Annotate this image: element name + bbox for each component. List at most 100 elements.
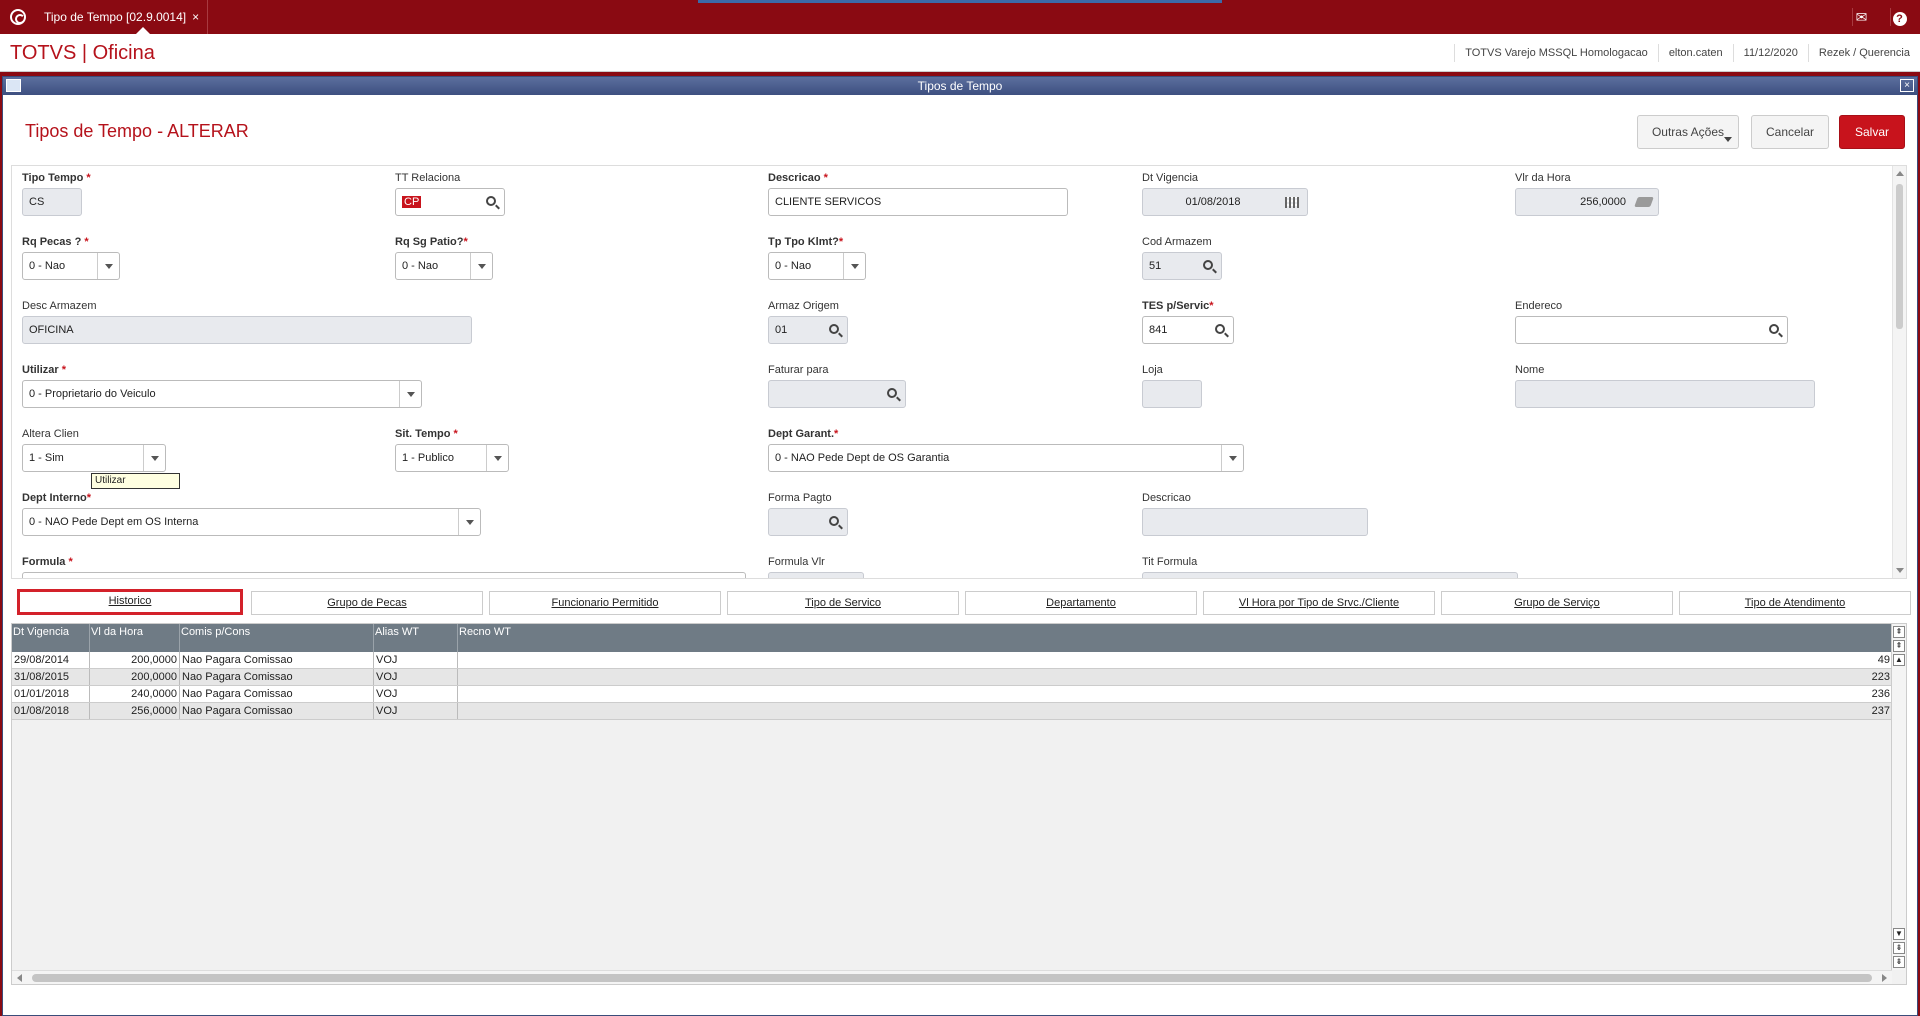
tab-close-icon[interactable]: ×: [192, 10, 199, 24]
col-alias-wt[interactable]: Alias WT: [374, 624, 458, 652]
scroll-up-icon[interactable]: [1896, 171, 1904, 176]
faturar-para-input[interactable]: [768, 380, 906, 408]
search-icon[interactable]: [486, 196, 496, 206]
mail-icon[interactable]: ✉: [1852, 8, 1870, 26]
descricao-2-input[interactable]: [1142, 508, 1368, 536]
tab-grupo-de-pecas[interactable]: Grupo de Pecas: [251, 591, 483, 615]
scroll-down-icon[interactable]: [1896, 568, 1904, 573]
vlr-hora-input[interactable]: 256,0000: [1515, 188, 1659, 216]
save-button[interactable]: Salvar: [1839, 115, 1905, 149]
environment-label: TOTVS Varejo MSSQL Homologacao: [1454, 44, 1658, 62]
totvs-logo-icon[interactable]: [10, 9, 26, 25]
forma-pagto-input[interactable]: [768, 508, 848, 536]
window-title: Tipos de Tempo: [917, 79, 1003, 93]
tab-grupo-de-servico[interactable]: Grupo de Serviço: [1441, 591, 1673, 615]
chevron-down-icon[interactable]: [486, 445, 508, 471]
rq-pecas-select[interactable]: 0 - Nao: [22, 252, 120, 280]
col-vl-hora[interactable]: Vl da Hora: [90, 624, 180, 652]
chevron-down-icon[interactable]: [470, 253, 492, 279]
scroll-up-icon[interactable]: ▲: [1893, 654, 1905, 666]
dt-vigencia-input[interactable]: 01/08/2018: [1142, 188, 1308, 216]
scroll-top-icon[interactable]: ⇞: [1893, 626, 1905, 638]
field-forma-pagto: Forma Pagto: [768, 492, 848, 536]
calculator-icon[interactable]: [1634, 197, 1654, 207]
search-icon[interactable]: [829, 324, 839, 334]
scroll-page-down-icon[interactable]: ⇟: [1893, 942, 1905, 954]
tab-vl-hora-tipo-srvc-cliente[interactable]: Vl Hora por Tipo de Srvc./Cliente: [1203, 591, 1435, 615]
tt-relaciona-input[interactable]: CP: [395, 188, 505, 216]
tab-tipo-de-tempo[interactable]: Tipo de Tempo [02.9.0014] ×: [36, 0, 209, 34]
formula-vlr-input[interactable]: [768, 572, 864, 578]
tes-servic-input[interactable]: 841: [1142, 316, 1234, 344]
form-scrollbar[interactable]: [1892, 166, 1906, 578]
help-icon[interactable]: ?: [1890, 8, 1908, 26]
scroll-right-icon[interactable]: [1882, 974, 1887, 982]
window-close-icon[interactable]: ×: [1900, 79, 1914, 92]
col-recno-wt[interactable]: Recno WT: [458, 624, 1892, 652]
search-icon[interactable]: [887, 388, 897, 398]
scroll-thumb[interactable]: [1896, 184, 1903, 329]
table-row[interactable]: 29/08/2014 200,0000 Nao Pagara Comissao …: [12, 652, 1892, 669]
calendar-icon[interactable]: [1285, 197, 1299, 208]
loja-input[interactable]: [1142, 380, 1202, 408]
tab-tipo-de-atendimento[interactable]: Tipo de Atendimento: [1679, 591, 1911, 615]
scroll-left-icon[interactable]: [17, 974, 22, 982]
tab-departamento[interactable]: Departamento: [965, 591, 1197, 615]
grid-horizontal-scrollbar[interactable]: [12, 970, 1892, 984]
tab-tipo-de-servico[interactable]: Tipo de Servico: [727, 591, 959, 615]
dept-interno-select[interactable]: 0 - NAO Pede Dept em OS Interna: [22, 508, 481, 536]
cod-armazem-input[interactable]: 51: [1142, 252, 1222, 280]
field-cod-armazem: Cod Armazem 51: [1142, 236, 1222, 280]
chevron-down-icon[interactable]: [143, 445, 165, 471]
user-label[interactable]: elton.caten: [1657, 44, 1733, 62]
form-area: Tipo Tempo * CS TT Relaciona CP Descrica…: [11, 165, 1907, 579]
table-row[interactable]: 01/08/2018 256,0000 Nao Pagara Comissao …: [12, 703, 1892, 720]
endereco-input[interactable]: [1515, 316, 1788, 344]
armaz-origem-input[interactable]: 01: [768, 316, 848, 344]
scroll-thumb[interactable]: [32, 974, 1872, 982]
field-tp-tpo-klmt: Tp Tpo Klmt?* 0 - Nao: [768, 236, 866, 280]
chevron-down-icon[interactable]: [843, 253, 865, 279]
desc-armazem-input[interactable]: OFICINA: [22, 316, 472, 344]
tab-historico[interactable]: Historico: [17, 589, 243, 615]
table-row[interactable]: 31/08/2015 200,0000 Nao Pagara Comissao …: [12, 669, 1892, 686]
outras-acoes-button[interactable]: Outras Ações: [1637, 115, 1739, 149]
cancel-button[interactable]: Cancelar: [1751, 115, 1829, 149]
col-dt-vigencia[interactable]: Dt Vigencia: [12, 624, 90, 652]
search-icon[interactable]: [1215, 324, 1225, 334]
date-label: 11/12/2020: [1732, 44, 1808, 62]
dept-garant-select[interactable]: 0 - NAO Pede Dept de OS Garantia: [768, 444, 1244, 472]
chevron-down-icon[interactable]: [97, 253, 119, 279]
field-dept-interno: Dept Interno* 0 - NAO Pede Dept em OS In…: [22, 492, 481, 536]
chevron-down-icon[interactable]: [458, 509, 480, 535]
top-bar: Tipo de Tempo [02.9.0014] × ✉ ?: [0, 0, 1920, 34]
chevron-down-icon[interactable]: [399, 381, 421, 407]
field-armaz-origem: Armaz Origem 01: [768, 300, 848, 344]
table-row[interactable]: 01/01/2018 240,0000 Nao Pagara Comissao …: [12, 686, 1892, 703]
tp-tpo-klmt-select[interactable]: 0 - Nao: [768, 252, 866, 280]
tipo-tempo-input[interactable]: CS: [22, 188, 82, 216]
search-icon[interactable]: [1203, 260, 1213, 270]
rq-sg-patio-select[interactable]: 0 - Nao: [395, 252, 493, 280]
scroll-page-up-icon[interactable]: ⇞: [1893, 640, 1905, 652]
tit-formula-input[interactable]: [1142, 572, 1518, 578]
field-altera-clien: Altera Clien 1 - Sim: [22, 428, 166, 472]
field-tit-formula: Tit Formula: [1142, 556, 1518, 578]
tab-caret-icon: [136, 27, 150, 34]
scroll-down-icon[interactable]: ▼: [1893, 928, 1905, 940]
chevron-down-icon[interactable]: [1221, 445, 1243, 471]
search-icon[interactable]: [829, 516, 839, 526]
search-icon[interactable]: [1769, 324, 1779, 334]
altera-clien-select[interactable]: 1 - Sim: [22, 444, 166, 472]
company-label[interactable]: Rezek / Querencia: [1807, 44, 1920, 62]
utilizar-select[interactable]: 0 - Proprietario do Veiculo: [22, 380, 422, 408]
formula-input[interactable]: [22, 572, 746, 578]
descricao-input[interactable]: CLIENTE SERVICOS: [768, 188, 1068, 216]
field-tt-relaciona: TT Relaciona CP: [395, 172, 505, 216]
nome-input[interactable]: [1515, 380, 1815, 408]
tab-funcionario-permitido[interactable]: Funcionario Permitido: [489, 591, 721, 615]
sit-tempo-select[interactable]: 1 - Publico: [395, 444, 509, 472]
scroll-bottom-icon[interactable]: ⇟: [1893, 956, 1905, 968]
grid-vertical-scrollbar[interactable]: ⇞ ⇞ ▲ ▼ ⇟ ⇟: [1891, 624, 1906, 970]
col-comis-p-cons[interactable]: Comis p/Cons: [180, 624, 374, 652]
